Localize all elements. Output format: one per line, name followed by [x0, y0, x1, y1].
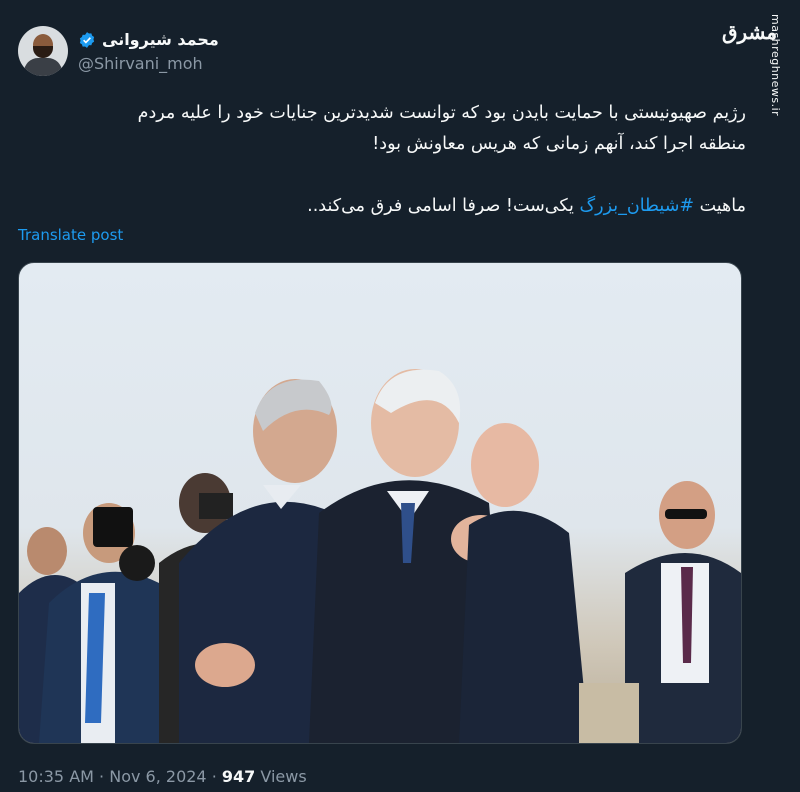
hashtag-link[interactable]: #شیطان_بزرگ: [579, 196, 694, 216]
post-line-3-end: یکی‌ست! صرفا اسامی فرق می‌کند..: [307, 196, 580, 216]
author-name-row[interactable]: محمد شیروانی: [78, 30, 219, 49]
views-count[interactable]: 947: [222, 767, 255, 786]
post-meta: 10:35 AM · Nov 6, 2024 · 947 Views: [18, 767, 307, 786]
post-line-2: منطقه اجرا کند، آنهم زمانی که هریس معاون…: [372, 134, 746, 154]
post-date[interactable]: Nov 6, 2024: [109, 767, 206, 786]
watermark-site: mashreghnews.ir: [769, 14, 782, 117]
post-line-3: ماهیت #شیطان_بزرگ یکی‌ست! صرفا اسامی فرق…: [18, 191, 746, 222]
translate-post-link[interactable]: Translate post: [18, 226, 123, 244]
post-photo[interactable]: [18, 262, 742, 744]
post-line-3-start: ماهیت: [694, 196, 746, 216]
views-label: Views: [260, 767, 307, 786]
post-time[interactable]: 10:35 AM: [18, 767, 94, 786]
agent-right: [625, 481, 741, 743]
watermark-logo: مشرق: [722, 20, 778, 44]
photo-illustration: [19, 369, 741, 743]
author-handle[interactable]: @Shirvani_moh: [78, 54, 203, 73]
man-bald: [459, 423, 589, 743]
meta-separator: ·: [93, 767, 110, 786]
verified-badge-icon: [79, 31, 95, 48]
meta-separator-2: ·: [206, 767, 222, 786]
post-line-1: رژیم صهیونیستی با حمایت بایدن بود که توا…: [137, 103, 746, 123]
author-name[interactable]: محمد شیروانی: [102, 30, 219, 49]
author-avatar[interactable]: [18, 26, 68, 76]
post-text: رژیم صهیونیستی با حمایت بایدن بود که توا…: [18, 98, 746, 222]
